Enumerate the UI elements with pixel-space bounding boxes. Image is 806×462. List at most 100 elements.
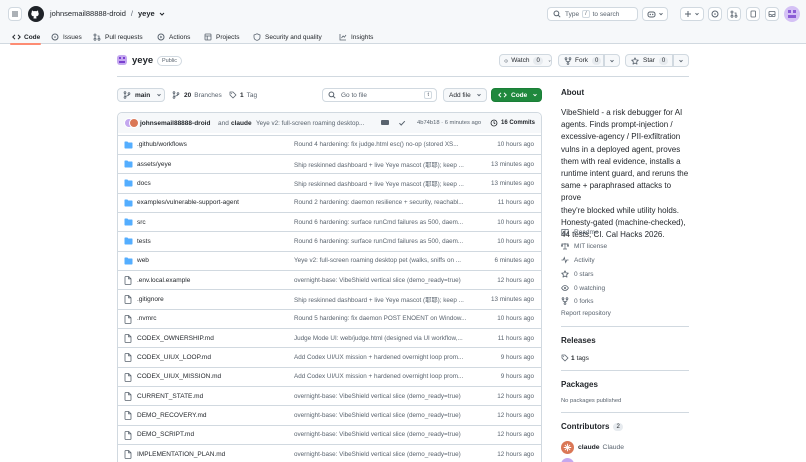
file-name-link[interactable]: web — [137, 257, 149, 264]
star-button[interactable]: Star 0 — [625, 54, 673, 67]
coauthor-avatar[interactable] — [129, 118, 139, 128]
commit-message-link[interactable]: Add Codex UI/UX mission + hardened overn… — [294, 373, 477, 380]
branch-selector[interactable]: main — [117, 88, 165, 102]
releases-heading[interactable]: Releases — [561, 336, 596, 345]
file-name-link[interactable]: IMPLEMENTATION_PLAN.md — [137, 451, 225, 458]
commit-message-link[interactable]: Ship reskinned dashboard + live Yeye mas… — [294, 179, 477, 188]
breadcrumb-repo[interactable]: yeye — [138, 9, 155, 18]
table-row[interactable]: tests Round 6 hardening: surface runCmd f… — [117, 231, 542, 250]
file-name-link[interactable]: CODEX_UIUX_MISSION.md — [137, 373, 221, 380]
commit-expand-button[interactable] — [381, 120, 389, 125]
commit-message-link[interactable]: Round 2 hardening: daemon resilience + s… — [294, 199, 477, 206]
tab-security[interactable]: Security and quality — [253, 30, 322, 44]
table-row[interactable]: examples/vulnerable-support-agent Round 2… — [117, 192, 542, 212]
commit-message-link[interactable]: overnight-base: VibeShield vertical slic… — [294, 451, 477, 458]
table-row[interactable]: DEMO_SCRIPT.md overnight-base: VibeShield… — [117, 424, 542, 444]
table-row[interactable]: docs Ship reskinned dashboard + live Yeye… — [117, 173, 542, 192]
search-input[interactable]: Type / to search — [547, 7, 638, 21]
table-row[interactable]: src Round 6 hardening: surface runCmd fai… — [117, 211, 542, 231]
table-row[interactable]: .gitignore Ship reskinned dashboard + liv… — [117, 289, 542, 308]
packages-heading[interactable]: Packages — [561, 380, 598, 389]
chevron-down-icon[interactable] — [158, 10, 166, 18]
commit-message-link[interactable]: Judge Mode UI: web/judge.html (designed … — [294, 335, 477, 342]
file-name-link[interactable]: CODEX_UIUX_LOOP.md — [137, 354, 211, 361]
commit-message-link[interactable]: Round 5 hardening: fix daemon POST ENOEN… — [294, 315, 477, 322]
file-name-link[interactable]: CURRENT_STATE.md — [137, 393, 203, 400]
tab-actions[interactable]: Actions — [157, 30, 190, 44]
tab-insights[interactable]: Insights — [339, 30, 373, 44]
tags-link[interactable]: 1 Tag — [229, 91, 257, 99]
pull-requests-shortcut-button[interactable] — [727, 7, 741, 21]
watching-link[interactable]: 0 watching — [561, 284, 605, 292]
table-row[interactable]: assets/yeye Ship reskinned dashboard + li… — [117, 153, 542, 173]
contributor-avatar-partial[interactable] — [561, 458, 574, 462]
tab-pull-requests[interactable]: Pull requests — [93, 30, 143, 44]
commit-message-link[interactable]: overnight-base: VibeShield vertical slic… — [294, 393, 477, 400]
table-row[interactable]: DEMO_RECOVERY.md overnight-base: VibeShie… — [117, 405, 542, 424]
repositories-shortcut-button[interactable] — [746, 7, 760, 21]
table-row[interactable]: .nvmrc Round 5 hardening: fix daemon POST… — [117, 308, 542, 328]
go-to-file-input[interactable]: Go to file t — [322, 88, 437, 102]
activity-link[interactable]: Activity — [561, 256, 595, 264]
fork-dropdown-button[interactable] — [604, 54, 620, 67]
file-name-link[interactable]: DEMO_SCRIPT.md — [137, 431, 194, 438]
file-name-link[interactable]: DEMO_RECOVERY.md — [137, 412, 206, 419]
check-icon[interactable] — [398, 119, 406, 127]
license-link[interactable]: MIT license — [561, 242, 607, 250]
commit-coauthor[interactable]: claude — [231, 120, 252, 127]
contributor-item[interactable]: claude Claude — [561, 441, 624, 454]
table-row[interactable]: CURRENT_STATE.md overnight-base: VibeShie… — [117, 386, 542, 405]
commit-message-link[interactable]: Round 4 hardening: fix judge.html esc() … — [294, 141, 477, 148]
commit-message-link[interactable]: overnight-base: VibeShield vertical slic… — [294, 412, 477, 419]
tab-code[interactable]: Code — [12, 30, 40, 44]
file-name-link[interactable]: assets/yeye — [137, 161, 171, 168]
file-name-link[interactable]: .github/workflows — [137, 141, 187, 148]
table-row[interactable]: web Yeye v2: full-screen roaming desktop … — [117, 250, 542, 270]
fork-button[interactable]: Fork 0 — [558, 54, 604, 67]
commit-message-link[interactable]: overnight-base: VibeShield vertical slic… — [294, 277, 477, 284]
add-file-button[interactable]: Add file — [443, 88, 487, 102]
file-name-link[interactable]: tests — [137, 238, 151, 245]
file-name-link[interactable]: CODEX_OWNERSHIP.md — [137, 335, 214, 342]
releases-tags-link[interactable]: 1 tags — [561, 354, 589, 362]
file-name-link[interactable]: .gitignore — [137, 296, 164, 303]
commit-message-link[interactable]: Ship reskinned dashboard + live Yeye mas… — [294, 160, 477, 169]
forks-link[interactable]: 0 forks — [561, 297, 594, 305]
tab-projects[interactable]: Projects — [204, 30, 239, 44]
table-row[interactable]: CODEX_UIUX_LOOP.md Add Codex UI/UX missio… — [117, 347, 542, 366]
avatar[interactable] — [784, 6, 800, 22]
table-row[interactable]: CODEX_UIUX_MISSION.md Add Codex UI/UX mis… — [117, 366, 542, 386]
report-repository-link[interactable]: Report repository — [561, 310, 611, 317]
issues-shortcut-button[interactable] — [708, 7, 722, 21]
watch-button[interactable]: Watch 0 — [499, 54, 552, 67]
commit-message-link[interactable]: overnight-base: VibeShield vertical slic… — [294, 431, 477, 438]
commit-author[interactable]: johnsemail88888-droid — [140, 120, 210, 127]
commits-link[interactable]: 16 Commits — [490, 119, 535, 127]
repo-title[interactable]: yeye — [132, 55, 153, 66]
breadcrumb-owner[interactable]: johnsemail88888-droid — [50, 9, 126, 18]
branches-link[interactable]: 20 Branches — [172, 91, 222, 99]
create-new-button[interactable] — [680, 7, 704, 21]
tab-issues[interactable]: Issues — [51, 30, 82, 44]
file-name-link[interactable]: .nvmrc — [137, 315, 157, 322]
commit-message-link[interactable]: Yeye v2: full-screen roaming desktop pet… — [294, 257, 477, 264]
contributors-heading[interactable]: Contributors 2 — [561, 422, 623, 431]
table-row[interactable]: CODEX_OWNERSHIP.md Judge Mode UI: web/jud… — [117, 328, 542, 347]
table-row[interactable]: IMPLEMENTATION_PLAN.md overnight-base: Vi… — [117, 444, 542, 462]
file-name-link[interactable]: docs — [137, 180, 151, 187]
copilot-button[interactable] — [642, 7, 668, 21]
table-row[interactable]: .github/workflows Round 4 hardening: fix … — [117, 134, 542, 154]
table-row[interactable]: .env.local.example overnight-base: VibeSh… — [117, 269, 542, 289]
notifications-button[interactable] — [765, 7, 779, 21]
commit-message[interactable]: Yeye v2: full-screen roaming desktop... — [256, 120, 364, 127]
file-name-link[interactable]: src — [137, 219, 146, 226]
menu-button[interactable] — [8, 7, 22, 21]
commit-message-link[interactable]: Ship reskinned dashboard + live Yeye mas… — [294, 295, 477, 304]
github-logo[interactable] — [28, 6, 44, 22]
commit-hash-time[interactable]: 4b74b18 · 6 minutes ago — [417, 120, 481, 126]
file-name-link[interactable]: .env.local.example — [137, 277, 190, 284]
commit-message-link[interactable]: Add Codex UI/UX mission + hardened overn… — [294, 354, 477, 361]
stars-link[interactable]: 0 stars — [561, 270, 594, 278]
code-button[interactable]: Code — [491, 88, 542, 102]
commit-message-link[interactable]: Round 6 hardening: surface runCmd failur… — [294, 219, 477, 226]
